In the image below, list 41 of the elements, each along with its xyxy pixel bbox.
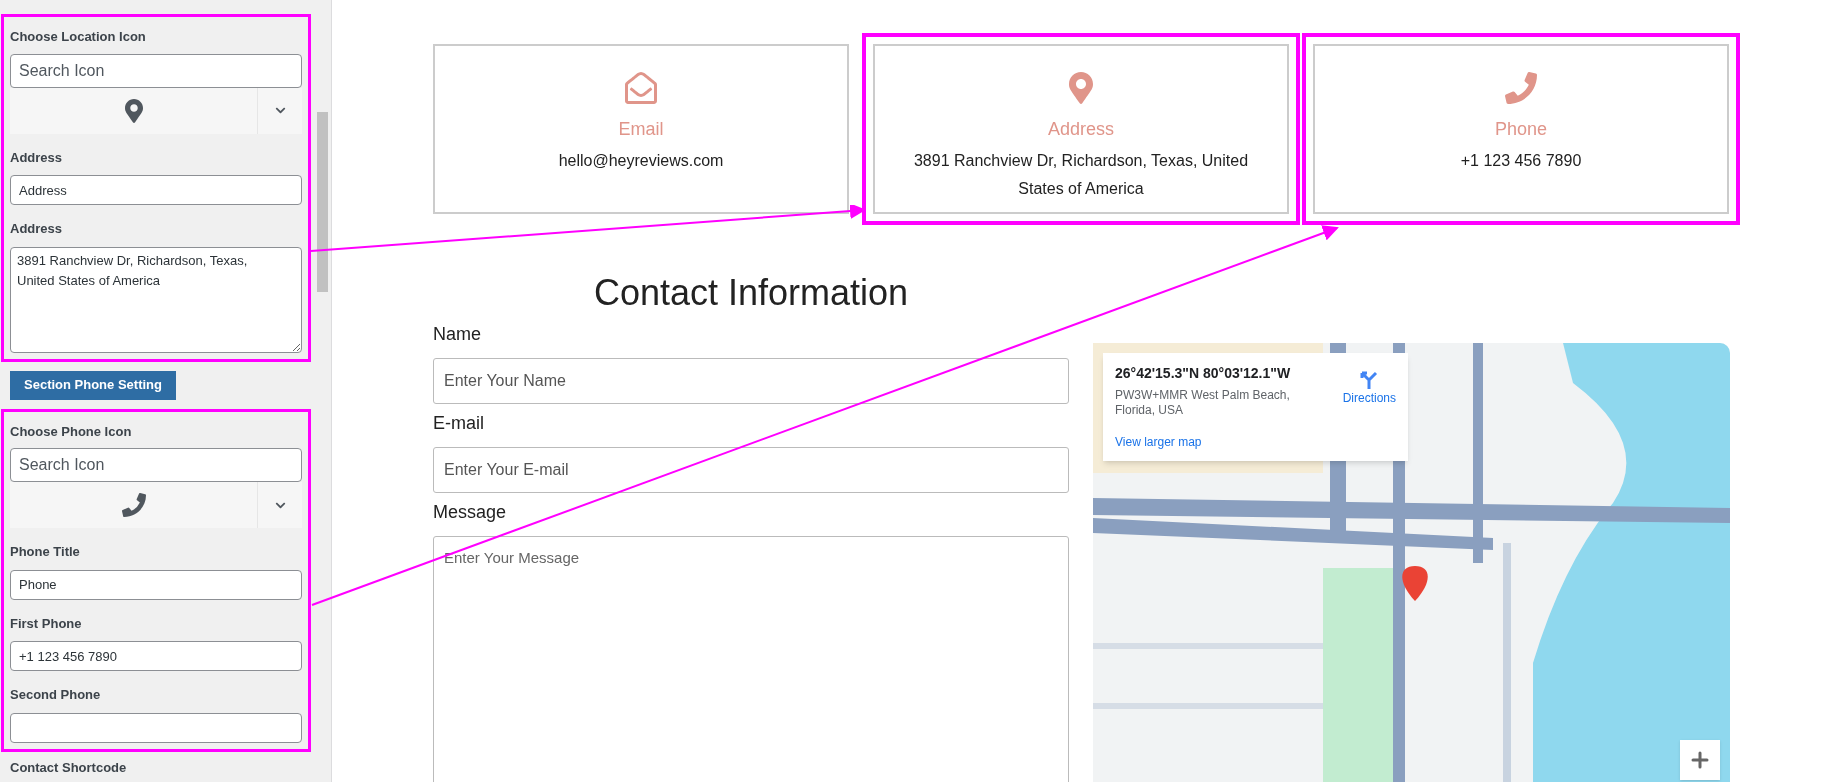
text-field[interactable]: Phone bbox=[10, 569, 302, 600]
field-label: First Phone bbox=[10, 614, 83, 633]
field-label: Name bbox=[433, 323, 482, 346]
text-field[interactable]: Enter Your Name bbox=[433, 358, 1069, 404]
coordinates: 26°42'15.3"N 80°03'12.1"W bbox=[1115, 364, 1292, 383]
phone-icon bbox=[1505, 72, 1537, 104]
scrollbar-thumb[interactable] bbox=[317, 112, 328, 292]
phone-icon bbox=[121, 493, 146, 517]
icon-picker[interactable] bbox=[10, 87, 302, 134]
field-label: Choose Location Icon bbox=[10, 28, 147, 46]
field-label: Contact Shortcode bbox=[10, 758, 128, 777]
text-field[interactable]: +1 123 456 7890 bbox=[10, 641, 302, 671]
card-text: hello@heyreviews.com bbox=[558, 151, 724, 171]
field-label: Second Phone bbox=[10, 686, 102, 704]
field-label: Phone Title bbox=[10, 543, 81, 561]
search-field[interactable]: Search Icon bbox=[10, 53, 302, 88]
field-label: Address bbox=[10, 220, 64, 238]
field-label: Choose Phone Icon bbox=[10, 422, 133, 441]
card-title: Email bbox=[618, 118, 664, 141]
text-field[interactable]: Enter Your E-mail bbox=[433, 447, 1069, 493]
message-field[interactable]: Enter Your Message bbox=[433, 536, 1069, 782]
field-label: E-mail bbox=[433, 412, 485, 435]
field-label: Address bbox=[10, 148, 64, 167]
card-text: +1 123 456 7890 bbox=[1460, 151, 1582, 171]
section-heading: Contact Information bbox=[592, 271, 910, 315]
text-area[interactable]: 3891 Ranchview Dr, Richardson, Texas, United States of America bbox=[10, 246, 302, 353]
field-label: Message bbox=[433, 501, 508, 524]
zoom-in-button[interactable] bbox=[1680, 740, 1720, 780]
larger-map-link[interactable]: View larger map bbox=[1115, 433, 1343, 451]
text-field[interactable]: Address bbox=[10, 175, 302, 205]
map[interactable]: 26°42'15.3"N 80°03'12.1"W PW3W+MMR West Palm Beach, Florida, USA View larger map Directions bbox=[1093, 343, 1730, 782]
card-title: Phone bbox=[1494, 118, 1548, 141]
place-address: PW3W+MMR West Palm Beach, Florida, USA bbox=[1115, 388, 1291, 418]
directions-button[interactable]: Directions bbox=[1342, 369, 1396, 451]
text-field[interactable] bbox=[10, 712, 302, 743]
search-field[interactable]: Search Icon bbox=[10, 448, 302, 482]
card-text: 3891 Ranchview Dr, Richardson, Texas, United States of America bbox=[912, 151, 1250, 199]
envelope-icon bbox=[625, 72, 657, 104]
card-title: Address bbox=[1047, 118, 1114, 141]
chevron-down-icon[interactable] bbox=[274, 105, 286, 116]
section-button[interactable]: Section Phone Setting bbox=[10, 370, 176, 400]
